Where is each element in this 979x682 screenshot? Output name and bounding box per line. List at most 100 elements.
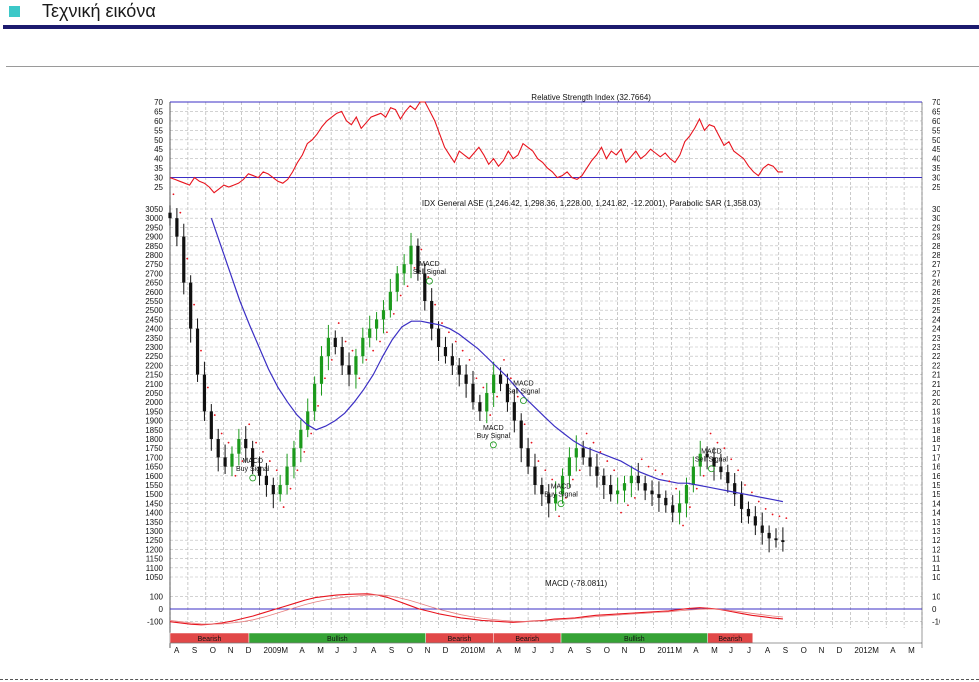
price-tick-label: 1100: [932, 564, 940, 573]
x-tick-label: S: [389, 646, 394, 655]
x-tick-label: A: [299, 646, 305, 655]
price-candle: [237, 439, 241, 454]
x-tick-label: D: [640, 646, 646, 655]
macd-tick-label: 0: [932, 605, 937, 614]
price-tick-label: 2300: [145, 343, 163, 352]
parabolic-sar-dot: [599, 450, 602, 453]
parabolic-sar-dot: [248, 423, 251, 426]
parabolic-sar-dot: [200, 349, 202, 352]
parabolic-sar-dot: [234, 474, 237, 477]
parabolic-sar-dot: [255, 441, 257, 444]
rsi-tick-label: 25: [932, 183, 940, 192]
parabolic-sar-dot: [778, 515, 781, 518]
price-candle: [189, 282, 193, 329]
price-tick-label: 1500: [145, 490, 163, 499]
price-tick-label: 1700: [932, 453, 940, 462]
parabolic-sar-dot: [633, 496, 636, 499]
parabolic-sar-dot: [640, 458, 643, 461]
price-candle: [216, 439, 220, 458]
price-tick-label: 1050: [145, 573, 163, 582]
price-candle: [726, 472, 730, 484]
price-tick-label: 1700: [145, 453, 163, 462]
price-tick-label: 2700: [145, 269, 163, 278]
price-tick-label: 1900: [932, 417, 940, 426]
rsi-tick-label: 35: [932, 164, 940, 173]
page-title: Τεχνική εικόνα: [42, 1, 156, 21]
price-candle: [609, 485, 613, 495]
price-candle: [650, 490, 654, 495]
x-tick-label: J: [550, 646, 554, 655]
price-candle: [492, 374, 496, 393]
price-tick-label: 2500: [145, 306, 163, 315]
x-tick-label: 2010: [460, 646, 478, 655]
price-candle: [519, 420, 523, 449]
parabolic-sar-dot: [709, 432, 712, 435]
macd-signal-label: Buy Signal: [544, 492, 578, 499]
price-candle: [478, 402, 482, 412]
parabolic-sar-dot: [571, 478, 574, 481]
parabolic-sar-dot: [578, 469, 581, 472]
parabolic-sar-dot: [441, 322, 443, 324]
price-candle: [595, 466, 599, 476]
price-tick-label: 2600: [145, 288, 163, 297]
parabolic-sar-dot: [606, 460, 609, 462]
x-tick-label: J: [532, 646, 536, 655]
price-tick-label: 1950: [145, 407, 163, 416]
x-tick-label: S: [783, 646, 788, 655]
price-candle: [271, 485, 275, 495]
parabolic-sar-dot: [544, 469, 547, 472]
parabolic-sar-dot: [303, 450, 306, 453]
parabolic-sar-dot: [764, 508, 767, 510]
price-candle: [374, 319, 379, 329]
parabolic-sar-dot: [337, 322, 340, 324]
price-tick-label: 2150: [145, 371, 163, 380]
price-tick-label: 1550: [145, 481, 163, 490]
price-candle: [464, 374, 468, 384]
price-candle: [498, 374, 503, 384]
price-tick-label: 2350: [145, 334, 163, 343]
rsi-tick-label: 55: [154, 126, 163, 135]
x-tick-label: N: [425, 646, 431, 655]
rsi-tick-label: 60: [154, 117, 163, 126]
price-candle: [333, 337, 337, 347]
price-tick-label: 2450: [932, 315, 940, 324]
page-header: Τεχνική εικόνα: [0, 0, 979, 30]
price-tick-label: 2650: [932, 279, 940, 288]
parabolic-sar-dot: [730, 458, 733, 461]
macd-title: MACD (-78.0811): [545, 579, 607, 588]
parabolic-sar-dot: [503, 358, 505, 361]
parabolic-sar-dot: [268, 460, 271, 462]
price-candle: [313, 383, 317, 412]
price-candle: [719, 466, 723, 473]
rsi-tick-label: 40: [154, 155, 163, 164]
parabolic-sar-dot: [627, 504, 629, 507]
parabolic-sar-dot: [620, 511, 622, 514]
trend-band-label: Bearish: [448, 636, 472, 643]
trend-band-label: Bullish: [624, 636, 645, 643]
parabolic-sar-dot: [213, 414, 216, 416]
parabolic-sar-dot: [468, 358, 471, 361]
rsi-tick-label: 65: [154, 107, 163, 116]
price-tick-label: 1350: [145, 518, 163, 527]
divider: [6, 66, 979, 67]
price-tick-label: 1350: [932, 518, 940, 527]
price-tick-label: 1800: [145, 435, 163, 444]
price-candle: [664, 497, 668, 506]
price-tick-label: 1300: [145, 527, 163, 536]
price-candle: [381, 310, 386, 320]
price-candle: [395, 273, 399, 292]
price-candle: [760, 525, 764, 533]
macd-tick-label: -100: [932, 618, 940, 627]
parabolic-sar-dot: [275, 469, 278, 472]
price-tick-label: 1400: [932, 509, 940, 518]
price-tick-label: 2550: [145, 297, 163, 306]
price-candle: [753, 516, 757, 526]
x-tick-label: S: [192, 646, 197, 655]
price-tick-label: 1250: [145, 536, 163, 545]
price-candle: [354, 356, 358, 375]
price-candle: [671, 505, 675, 513]
x-tick-label: A: [765, 646, 771, 655]
macd-signal-label: Buy Signal: [477, 433, 511, 440]
parabolic-sar-dot: [689, 506, 691, 508]
x-tick-label: 2011: [657, 646, 675, 655]
